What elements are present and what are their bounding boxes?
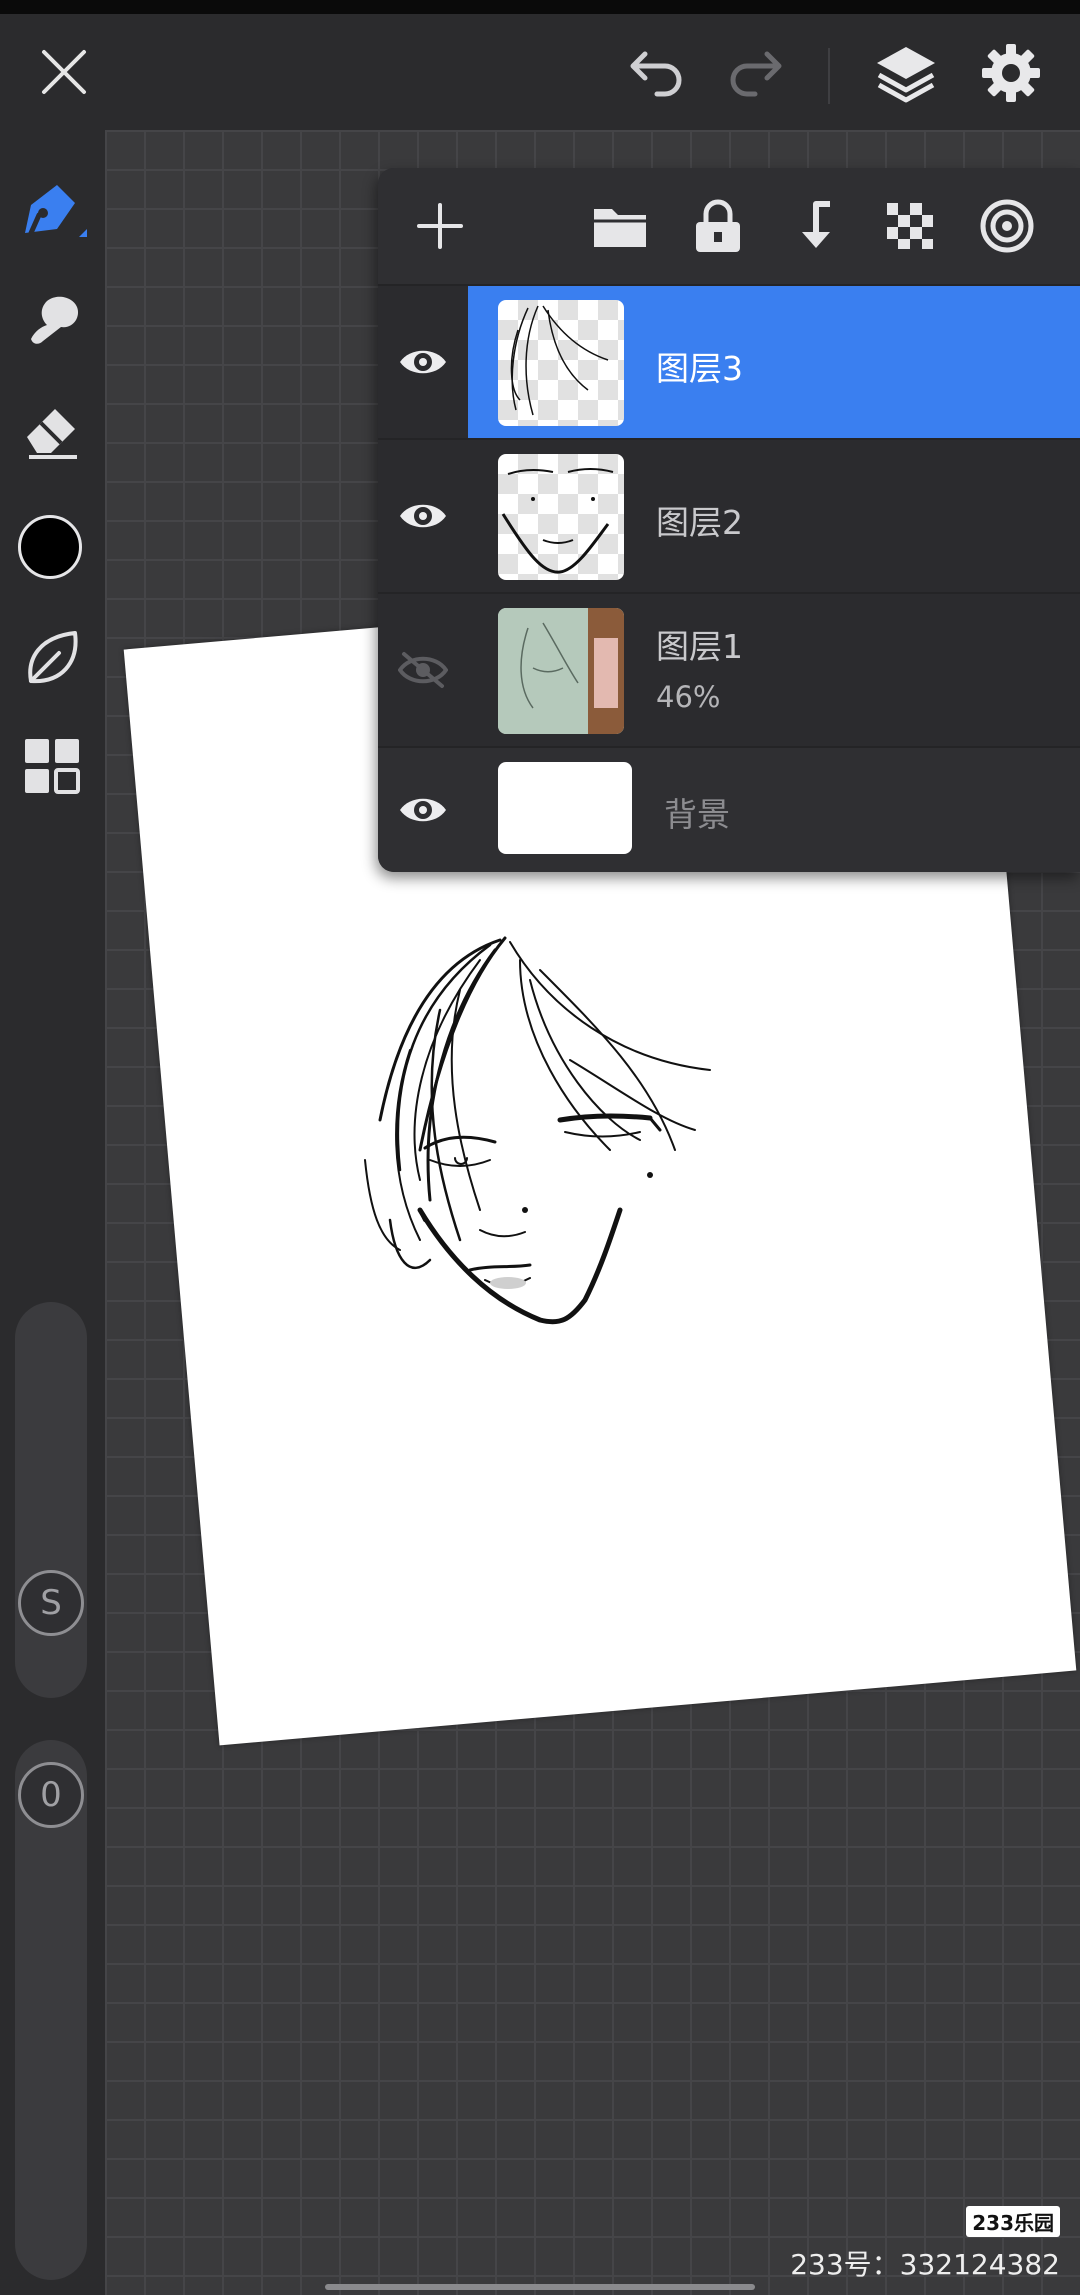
- redo-icon[interactable]: [718, 38, 792, 108]
- home-indicator[interactable]: [325, 2284, 755, 2290]
- layer-row-1[interactable]: 图层1 46%: [378, 592, 1080, 746]
- color-swatch[interactable]: [18, 515, 82, 579]
- add-layer-icon[interactable]: [408, 194, 472, 258]
- eye-icon: [400, 350, 446, 374]
- leaf-brush-icon[interactable]: [14, 620, 90, 696]
- layer-thumbnail: [498, 300, 624, 426]
- layer-thumbnail: [498, 608, 624, 734]
- layer-visibility-toggle[interactable]: [378, 286, 468, 438]
- left-tool-sidebar: S 0: [0, 130, 105, 2295]
- undo-icon[interactable]: [620, 38, 694, 108]
- status-bar: [0, 0, 1080, 14]
- layer-opacity: 46%: [656, 680, 721, 714]
- layer-visibility-toggle[interactable]: [378, 594, 468, 746]
- layer-row-3[interactable]: 图层3: [378, 284, 1080, 438]
- eye-hidden-icon: [398, 652, 448, 688]
- pen-tool-icon[interactable]: [12, 170, 92, 250]
- layer-row-background[interactable]: 背景: [378, 746, 1080, 872]
- eraser-tool-icon[interactable]: [14, 392, 90, 468]
- layer-name: 图层3: [656, 349, 743, 388]
- layer-name: 背景: [664, 795, 730, 834]
- merge-down-icon[interactable]: [783, 194, 847, 258]
- watermark-text: 233号：332124382: [790, 2248, 1060, 2281]
- watermark: 233乐园 233号：332124382: [790, 2206, 1060, 2283]
- layer-name: 图层2: [656, 503, 743, 542]
- smudge-tool-icon[interactable]: [14, 280, 90, 356]
- folder-icon[interactable]: [588, 194, 652, 258]
- grid-menu-icon[interactable]: [16, 730, 88, 802]
- brush-opacity-label: 0: [40, 1775, 62, 1815]
- layer-visibility-toggle[interactable]: [378, 748, 468, 872]
- layers-panel-toolbar: [378, 168, 1080, 284]
- lock-icon[interactable]: [686, 194, 750, 258]
- brush-size-knob[interactable]: S: [18, 1570, 84, 1636]
- layer-visibility-toggle[interactable]: [378, 440, 468, 592]
- close-icon[interactable]: [28, 36, 100, 108]
- watermark-logo: 233乐园: [966, 2206, 1060, 2237]
- layers-panel: 图层3 图层2 图层1 46% 背景: [378, 168, 1080, 872]
- layers-icon[interactable]: [866, 34, 946, 112]
- sketch-drawing: [364, 936, 711, 1325]
- layer-thumbnail: [498, 454, 624, 580]
- brush-size-slider[interactable]: [15, 1302, 87, 1698]
- brush-opacity-knob[interactable]: 0: [18, 1762, 84, 1828]
- top-toolbar: [0, 14, 1080, 130]
- layer-name: 图层1: [656, 627, 743, 666]
- eye-icon: [400, 798, 446, 822]
- layer-row-2[interactable]: 图层2: [378, 438, 1080, 592]
- layer-thumbnail: [498, 762, 632, 854]
- gear-icon[interactable]: [972, 36, 1050, 110]
- alpha-lock-icon[interactable]: [878, 194, 942, 258]
- toolbar-divider: [828, 48, 830, 104]
- brush-size-label: S: [40, 1583, 62, 1623]
- eye-icon: [400, 504, 446, 528]
- target-icon[interactable]: [975, 194, 1039, 258]
